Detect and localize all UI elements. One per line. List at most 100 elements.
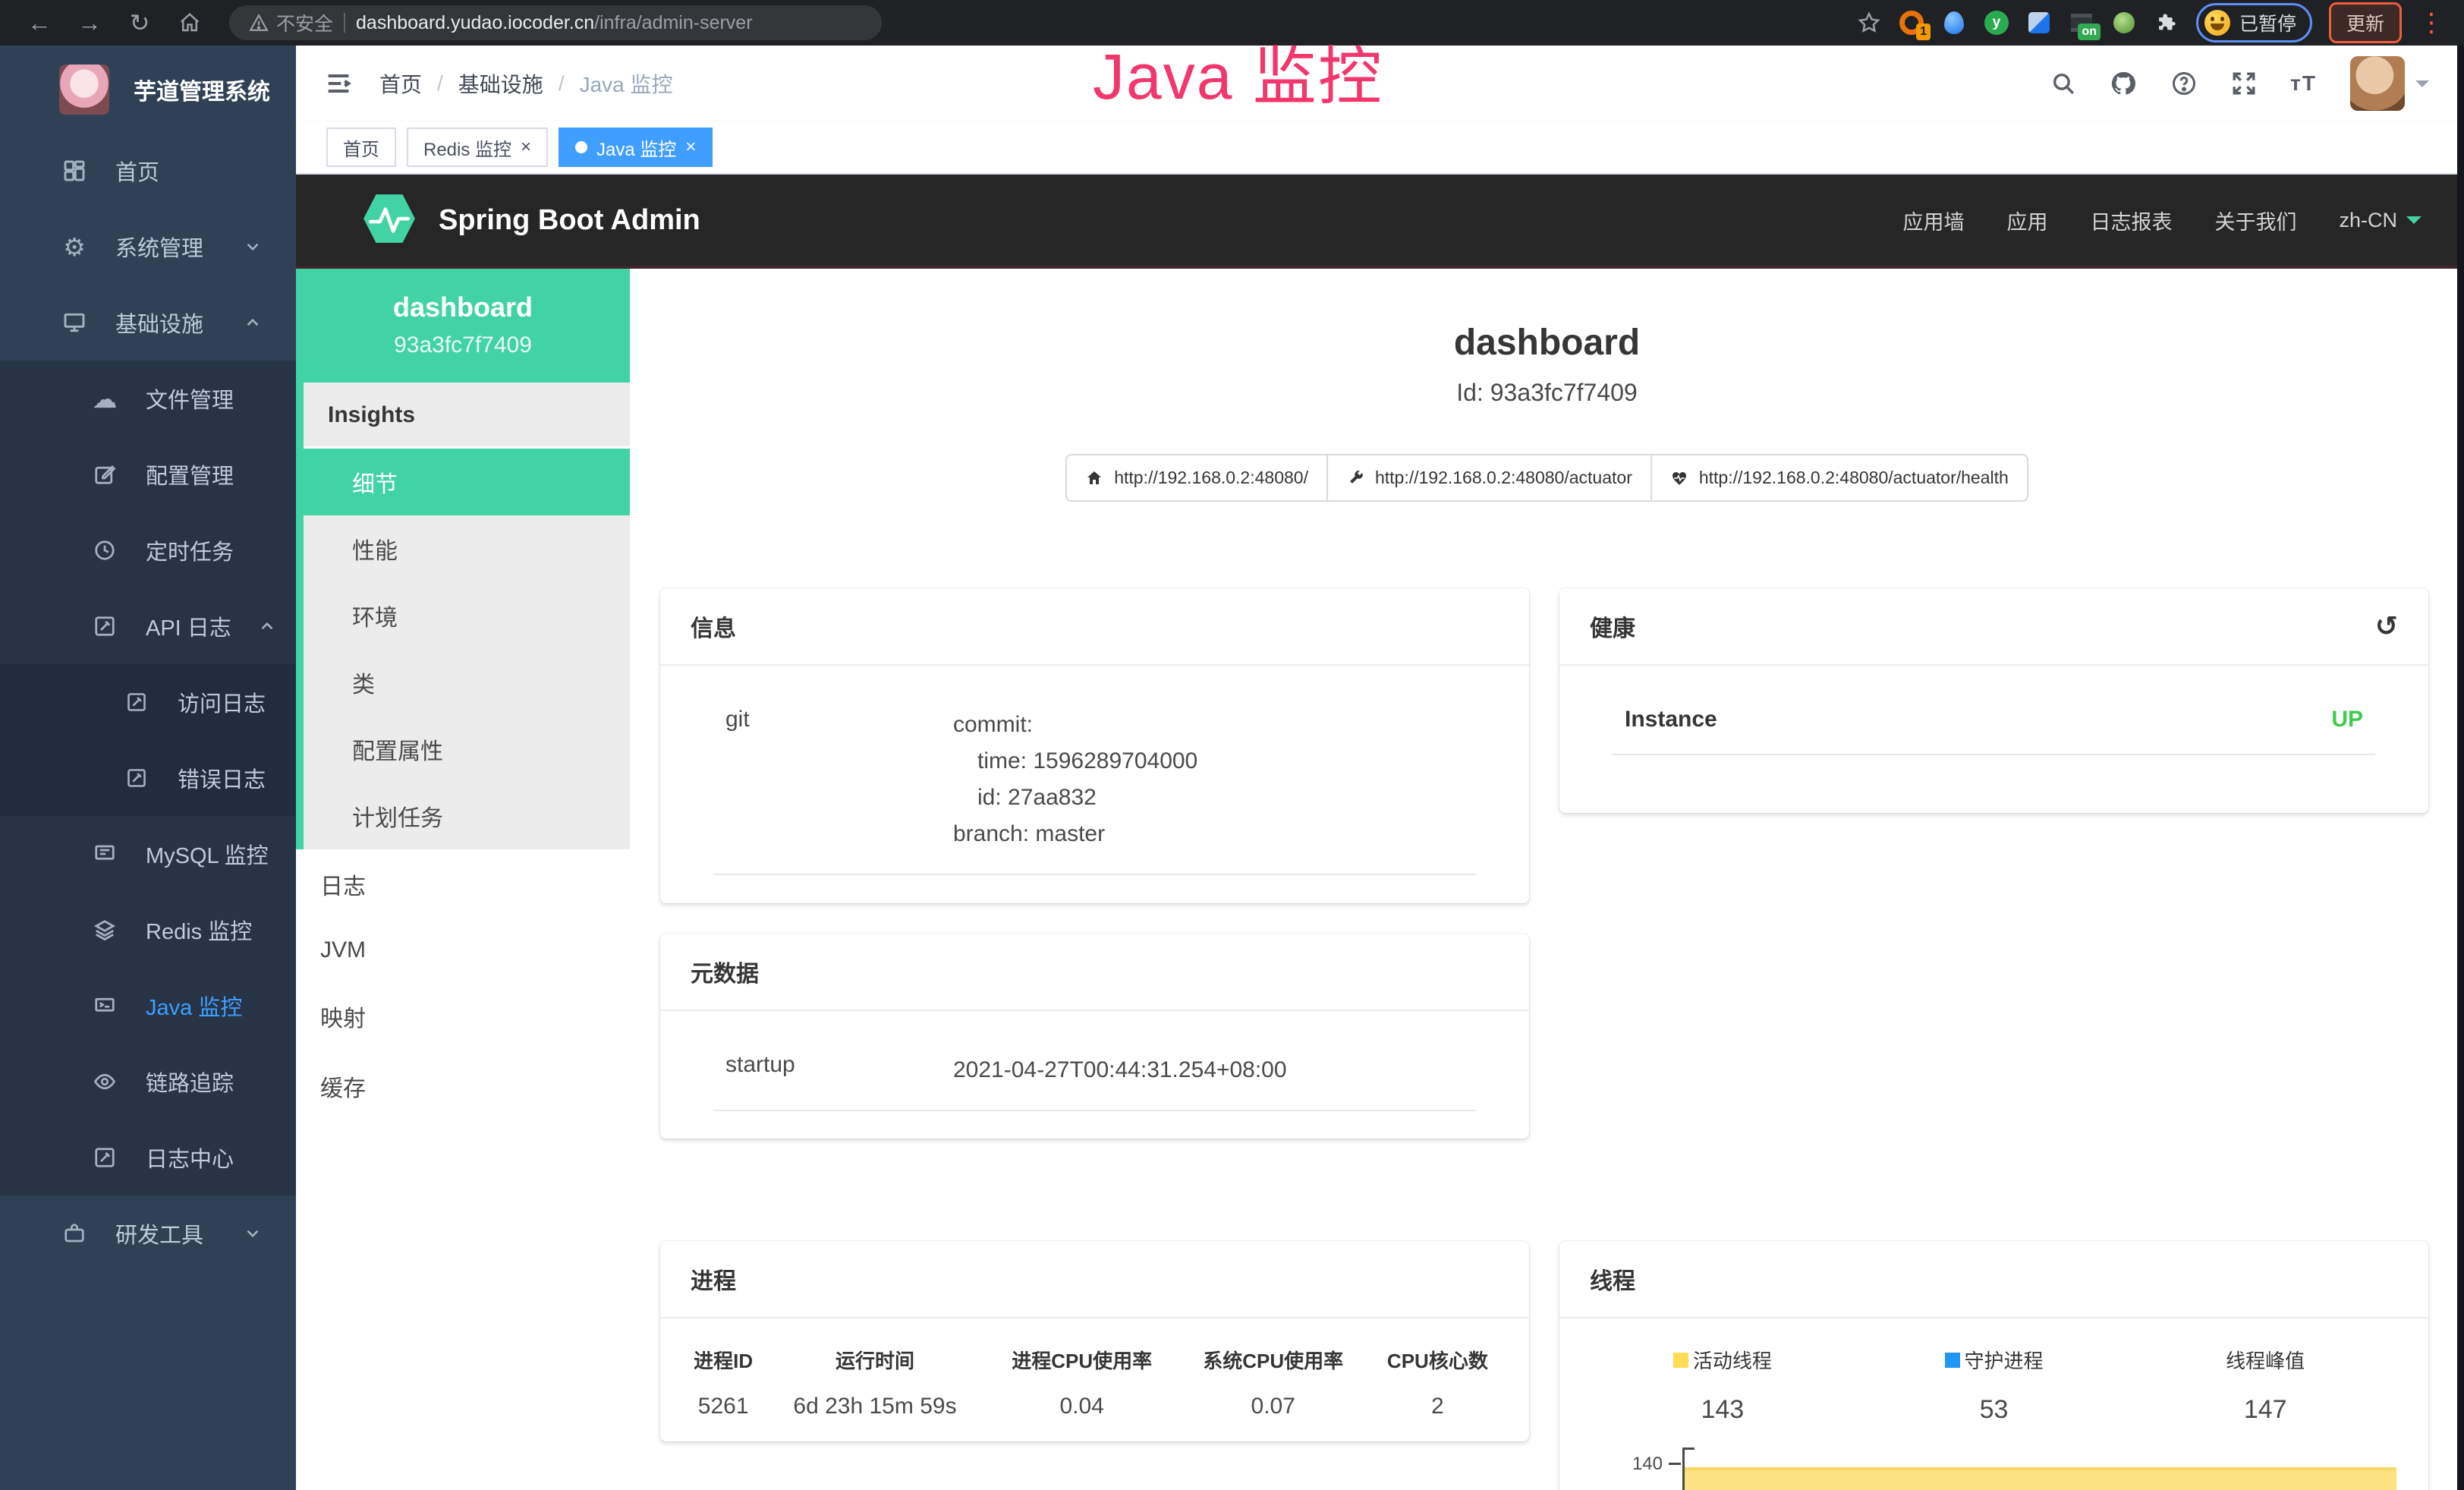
service-url-button[interactable]: http://192.168.0.2:48080/ (1065, 454, 1328, 502)
sidebar-item-scheduled-jobs[interactable]: 定时任务 (0, 512, 296, 588)
live-threads-value: 143 (1587, 1395, 1858, 1425)
menu-item-classes[interactable]: 类 (304, 649, 630, 716)
col-uptime: 运行时间 (763, 1346, 986, 1394)
reload-icon[interactable]: ↻ (120, 5, 159, 40)
sba-nav-about[interactable]: 关于我们 (2214, 206, 2296, 235)
health-url-button[interactable]: http://192.168.0.2:48080/actuator/health (1651, 454, 2028, 502)
menu-item-metrics[interactable]: 性能 (304, 515, 630, 582)
menu-item-details[interactable]: 细节 (304, 449, 630, 515)
sidebar-item-tracing[interactable]: 链路追踪 (0, 1044, 296, 1120)
sidebar-logo[interactable]: 芋道管理系统 (0, 46, 296, 133)
process-cpu-value: 0.04 (987, 1394, 1178, 1419)
sidebar-item-home[interactable]: 首页 (0, 133, 296, 209)
sidebar-item-label: 首页 (115, 155, 159, 187)
sba-brand-title: Spring Boot Admin (439, 204, 700, 237)
metadata-card-title: 元数据 (660, 934, 1529, 1011)
extensions-puzzle-icon[interactable] (2154, 10, 2179, 36)
admin-app: 芋道管理系统 首页 ⚙ 系统管理 基础设施 (0, 46, 2464, 1490)
menu-item-logs[interactable]: 日志 (296, 849, 630, 919)
back-icon[interactable]: ← (20, 5, 59, 40)
help-icon[interactable] (2170, 70, 2198, 97)
extension-icon-4[interactable] (2026, 10, 2052, 36)
sidebar-item-redis-monitor[interactable]: Redis 监控 (0, 892, 296, 968)
annotation-java-monitor: Java 监控 (1093, 26, 1383, 118)
extension-icon-5[interactable]: on (2069, 10, 2094, 36)
instance-header[interactable]: dashboard 93a3fc7f7409 (296, 269, 630, 383)
info-key: git (725, 707, 953, 852)
sidebar-item-log-center[interactable]: 日志中心 (0, 1120, 296, 1195)
hamburger-icon[interactable] (323, 68, 354, 99)
sba-locale-select[interactable]: zh-CN (2339, 209, 2422, 232)
sidebar-item-java-monitor[interactable]: Java 监控 (0, 968, 296, 1044)
tab-label: Redis 监控 (423, 134, 511, 161)
menu-item-environment[interactable]: 环境 (304, 582, 630, 649)
extension-icon-1[interactable]: 1 (1899, 10, 1924, 36)
chevron-up-icon (243, 313, 263, 332)
git-branch-line: branch: master (953, 816, 1464, 852)
sidebar-item-label: 定时任务 (146, 534, 234, 566)
browser-menu-icon[interactable]: ⋮ (2418, 10, 2444, 36)
paused-label: 已暂停 (2239, 9, 2296, 36)
health-key: Instance (1625, 707, 1717, 732)
cpu-cores-value: 2 (1369, 1394, 1506, 1419)
home-icon[interactable] (170, 5, 209, 40)
sidebar-item-label: Java 监控 (146, 990, 242, 1022)
sidebar-item-config-manage[interactable]: 配置管理 (0, 436, 296, 512)
font-size-icon[interactable]: ᴛT (2290, 71, 2317, 96)
not-secure-warning[interactable]: 不安全 (249, 9, 333, 36)
sidebar-item-api-logs[interactable]: API 日志 (0, 588, 296, 664)
caret-down-icon (2415, 80, 2429, 94)
menu-item-mappings[interactable]: 映射 (296, 981, 630, 1051)
actuator-url-button[interactable]: http://192.168.0.2:48080/actuator (1326, 454, 1652, 502)
legend-text: 活动线程 (1693, 1346, 1772, 1374)
info-value: commit: time: 1596289704000 id: 27aa832 … (953, 707, 1464, 852)
profile-paused-badge[interactable]: 已暂停 (2196, 3, 2312, 43)
page-scrollbar[interactable] (2457, 46, 2464, 1490)
extension-icon-6[interactable] (2111, 10, 2137, 36)
sidebar-item-dev-tools[interactable]: 研发工具 (0, 1195, 296, 1271)
update-button[interactable]: 更新 (2329, 2, 2402, 43)
tab-home[interactable]: 首页 (326, 128, 396, 167)
tick-mark (1669, 1463, 1681, 1465)
menu-item-caches[interactable]: 缓存 (296, 1051, 630, 1121)
tab-close-icon[interactable]: × (521, 137, 531, 158)
extension-on-badge: on (2078, 24, 2101, 40)
address-bar[interactable]: 不安全 dashboard.yudao.iocoder.cn/infra/adm… (229, 5, 882, 40)
github-icon[interactable] (2110, 70, 2137, 97)
sba-nav-journal[interactable]: 日志报表 (2090, 206, 2172, 235)
fullscreen-icon[interactable] (2231, 71, 2257, 96)
legend-peak-threads: 线程峰值 147 (2129, 1346, 2401, 1425)
heartbeat-icon (1670, 469, 1688, 487)
health-row-instance[interactable]: Instance UP (1613, 696, 2375, 755)
legend-swatch-blue (1945, 1353, 1960, 1368)
menu-item-config-props[interactable]: 配置属性 (304, 716, 630, 783)
extension-icon-3[interactable]: y (1984, 10, 2009, 36)
history-icon[interactable]: ↺ (2375, 613, 2398, 640)
breadcrumb-infra[interactable]: 基础设施 (458, 68, 543, 99)
forward-icon[interactable]: → (70, 5, 109, 40)
sba-header: Spring Boot Admin 应用墙 应用 日志报表 关于我们 zh-CN (296, 175, 2464, 266)
sidebar-item-file-manage[interactable]: ☁ 文件管理 (0, 361, 296, 436)
tab-redis-monitor[interactable]: Redis 监控 × (407, 128, 548, 167)
menu-item-jvm[interactable]: JVM (296, 919, 630, 981)
sba-nav-wallboard[interactable]: 应用墙 (1902, 206, 1964, 235)
active-dot (575, 141, 587, 153)
sba-nav-applications[interactable]: 应用 (2006, 206, 2047, 235)
sidebar-item-system[interactable]: ⚙ 系统管理 (0, 209, 296, 285)
sidebar-item-mysql-monitor[interactable]: MySQL 监控 (0, 816, 296, 892)
insights-group: Insights 细节 性能 环境 类 配置属性 计划任务 (296, 383, 630, 849)
breadcrumb-home[interactable]: 首页 (379, 68, 422, 99)
sidebar-item-error-logs[interactable]: 错误日志 (0, 740, 296, 816)
bookmark-star-icon[interactable] (1856, 10, 1882, 36)
tab-close-icon[interactable]: × (685, 137, 696, 158)
git-time-line: time: 1596289704000 (953, 743, 1464, 780)
tab-java-monitor[interactable]: Java 监控 × (559, 128, 713, 167)
user-avatar (2350, 56, 2405, 111)
live-threads-area (1685, 1467, 2396, 1490)
user-menu[interactable] (2350, 56, 2429, 111)
menu-item-scheduled-tasks[interactable]: 计划任务 (304, 783, 630, 849)
search-icon[interactable] (2050, 71, 2076, 96)
sidebar-item-access-logs[interactable]: 访问日志 (0, 664, 296, 740)
extension-icon-2[interactable] (1941, 10, 1967, 36)
sidebar-item-infra[interactable]: 基础设施 (0, 285, 296, 361)
